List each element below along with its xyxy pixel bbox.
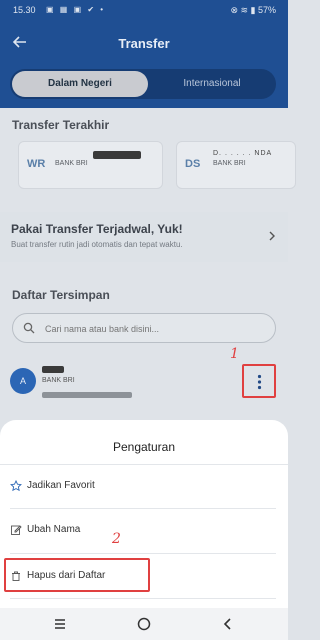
promo-title: Pakai Transfer Terjadwal, Yuk! bbox=[11, 222, 183, 236]
divider bbox=[10, 598, 276, 599]
recent-bank: BANK BRI bbox=[213, 160, 246, 167]
annotation-number: 1 bbox=[230, 346, 239, 362]
divider bbox=[10, 508, 276, 509]
recent-initials: WR bbox=[27, 158, 46, 170]
tab-dalam-negeri[interactable]: Dalam Negeri bbox=[12, 71, 148, 97]
star-icon bbox=[10, 480, 22, 492]
edit-icon bbox=[11, 525, 22, 535]
status-time: 15.30 bbox=[13, 5, 36, 15]
page-title: Transfer bbox=[118, 36, 170, 51]
chevron-right-icon bbox=[268, 230, 276, 244]
menu-item-label: Ubah Nama bbox=[27, 524, 81, 535]
transfer-tabs: Dalam Negeri Internasional bbox=[10, 69, 276, 99]
search-input[interactable] bbox=[43, 318, 268, 340]
redacted-name bbox=[42, 366, 64, 373]
scheduled-transfer-banner[interactable]: Pakai Transfer Terjadwal, Yuk! Buat tran… bbox=[0, 212, 288, 262]
recent-transfer-card[interactable]: WR BANK BRI bbox=[18, 141, 163, 189]
search-icon bbox=[23, 322, 35, 334]
sheet-title: Pengaturan bbox=[112, 440, 176, 454]
status-bar: 15.30 ▣ ▦ ▣ ✔ • ⊗ ≋ ▮ 57% bbox=[0, 0, 288, 22]
menu-item-favorite[interactable]: Jadikan Favorit bbox=[0, 466, 288, 510]
menu-item-label: Jadikan Favorit bbox=[27, 480, 95, 491]
status-indicators: ⊗ ≋ ▮ 57% bbox=[230, 5, 276, 15]
system-nav-bar bbox=[0, 608, 288, 640]
recent-transfer-card[interactable]: DS D. . . . . . NDA BANK BRI bbox=[176, 141, 296, 189]
notification-icons: ▣ ▦ ▣ ✔ • bbox=[46, 5, 106, 14]
recent-apps-icon[interactable] bbox=[52, 616, 68, 632]
more-vertical-icon bbox=[257, 374, 262, 390]
recent-initials: DS bbox=[185, 158, 201, 170]
recent-section-title: Transfer Terakhir bbox=[12, 118, 110, 132]
menu-item-rename[interactable]: Ubah Nama bbox=[0, 510, 288, 554]
tab-internasional[interactable]: Internasional bbox=[150, 69, 274, 99]
promo-subtitle: Buat transfer rutin jadi otomatis dan te… bbox=[11, 240, 183, 249]
recent-bank: BANK BRI bbox=[55, 160, 88, 167]
header: 15.30 ▣ ▦ ▣ ✔ • ⊗ ≋ ▮ 57% Transfer Dalam… bbox=[0, 0, 288, 108]
more-options-button[interactable] bbox=[242, 364, 276, 398]
redacted-name bbox=[42, 392, 132, 398]
annotation-number: 2 bbox=[112, 531, 121, 547]
search-box[interactable] bbox=[12, 313, 276, 343]
saved-item-bank: BANK BRI bbox=[42, 377, 75, 384]
home-icon[interactable] bbox=[136, 616, 152, 632]
saved-section-title: Daftar Tersimpan bbox=[12, 288, 110, 302]
highlight-box bbox=[4, 558, 150, 592]
redacted-name bbox=[93, 151, 141, 159]
divider bbox=[0, 464, 288, 465]
avatar: A bbox=[10, 368, 36, 394]
recent-name: D. . . . . . NDA bbox=[213, 150, 273, 157]
divider bbox=[10, 553, 276, 554]
back-icon[interactable] bbox=[220, 616, 236, 632]
